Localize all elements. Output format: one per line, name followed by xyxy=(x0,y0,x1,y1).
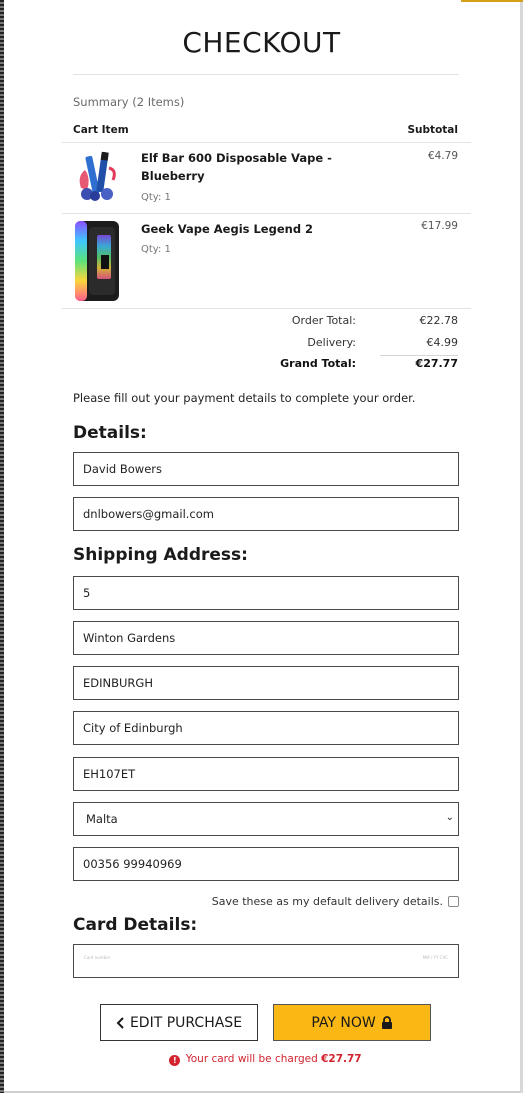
street-input[interactable] xyxy=(73,621,459,655)
pay-now-button[interactable]: PAY NOW xyxy=(273,1004,431,1041)
divider xyxy=(62,213,471,214)
exclamation-circle-icon: ! xyxy=(169,1055,181,1066)
charge-text: Your card will be charged xyxy=(185,1053,318,1065)
divider xyxy=(73,74,459,75)
save-default-checkbox[interactable] xyxy=(448,896,459,907)
shipping-heading: Shipping Address: xyxy=(73,545,248,565)
window-frame-left xyxy=(0,0,4,1093)
product-image-elf-bar xyxy=(73,148,123,203)
charge-amount: €27.77 xyxy=(321,1053,362,1065)
full-name-input[interactable] xyxy=(73,452,459,486)
pay-now-label: PAY NOW xyxy=(311,1014,376,1031)
town-input[interactable] xyxy=(73,666,459,700)
details-heading: Details: xyxy=(73,423,147,443)
window-accent-line xyxy=(461,0,523,2)
product-name[interactable]: Elf Bar 600 Disposable Vape - Blueberry xyxy=(141,149,341,185)
divider xyxy=(62,308,471,309)
edit-purchase-label: EDIT PURCHASE xyxy=(129,1014,243,1031)
column-header-cart-item: Cart Item xyxy=(73,124,129,136)
phone-input[interactable] xyxy=(73,847,459,881)
country-select[interactable]: Malta ⌄ xyxy=(73,802,459,836)
product-image-geek-vape xyxy=(73,219,123,303)
delivery-value: €4.99 xyxy=(426,336,459,349)
column-header-subtotal: Subtotal xyxy=(407,124,459,136)
county-input[interactable] xyxy=(73,711,459,745)
product-price: €4.79 xyxy=(427,150,458,162)
house-number-input[interactable] xyxy=(73,576,459,610)
lock-icon xyxy=(381,1016,392,1029)
delivery-label: Delivery: xyxy=(307,336,356,349)
grand-total-value: €27.77 xyxy=(415,357,458,370)
page-title: CHECKOUT xyxy=(182,26,341,59)
card-heading: Card Details: xyxy=(73,915,198,935)
chevron-down-icon: ⌄ xyxy=(445,812,454,823)
product-qty: Qty: 1 xyxy=(141,192,171,203)
product-qty: Qty: 1 xyxy=(141,244,171,255)
order-total-label: Order Total: xyxy=(291,314,356,327)
card-number-placeholder: Card number xyxy=(84,955,111,960)
edit-purchase-button[interactable]: EDIT PURCHASE xyxy=(100,1004,258,1041)
grand-total-label: Grand Total: xyxy=(280,357,356,370)
email-input[interactable] xyxy=(73,497,459,531)
payment-instructions: Please fill out your payment details to … xyxy=(73,391,416,405)
divider xyxy=(380,355,458,356)
product-price: €17.99 xyxy=(421,220,458,232)
postcode-input[interactable] xyxy=(73,757,459,791)
charge-notice: ! Your card will be charged €27.77 xyxy=(0,1053,523,1066)
save-default-label: Save these as my default delivery detail… xyxy=(211,895,443,908)
country-select-value: Malta xyxy=(86,812,118,826)
card-expiry-placeholder: MM / YY CVC xyxy=(422,955,448,960)
card-details-input[interactable]: Card number MM / YY CVC xyxy=(73,944,459,978)
order-total-value: €22.78 xyxy=(419,314,459,327)
divider xyxy=(62,142,471,143)
product-name[interactable]: Geek Vape Aegis Legend 2 xyxy=(141,220,341,238)
summary-label: Summary (2 Items) xyxy=(73,95,185,109)
chevron-left-icon xyxy=(116,1016,124,1029)
